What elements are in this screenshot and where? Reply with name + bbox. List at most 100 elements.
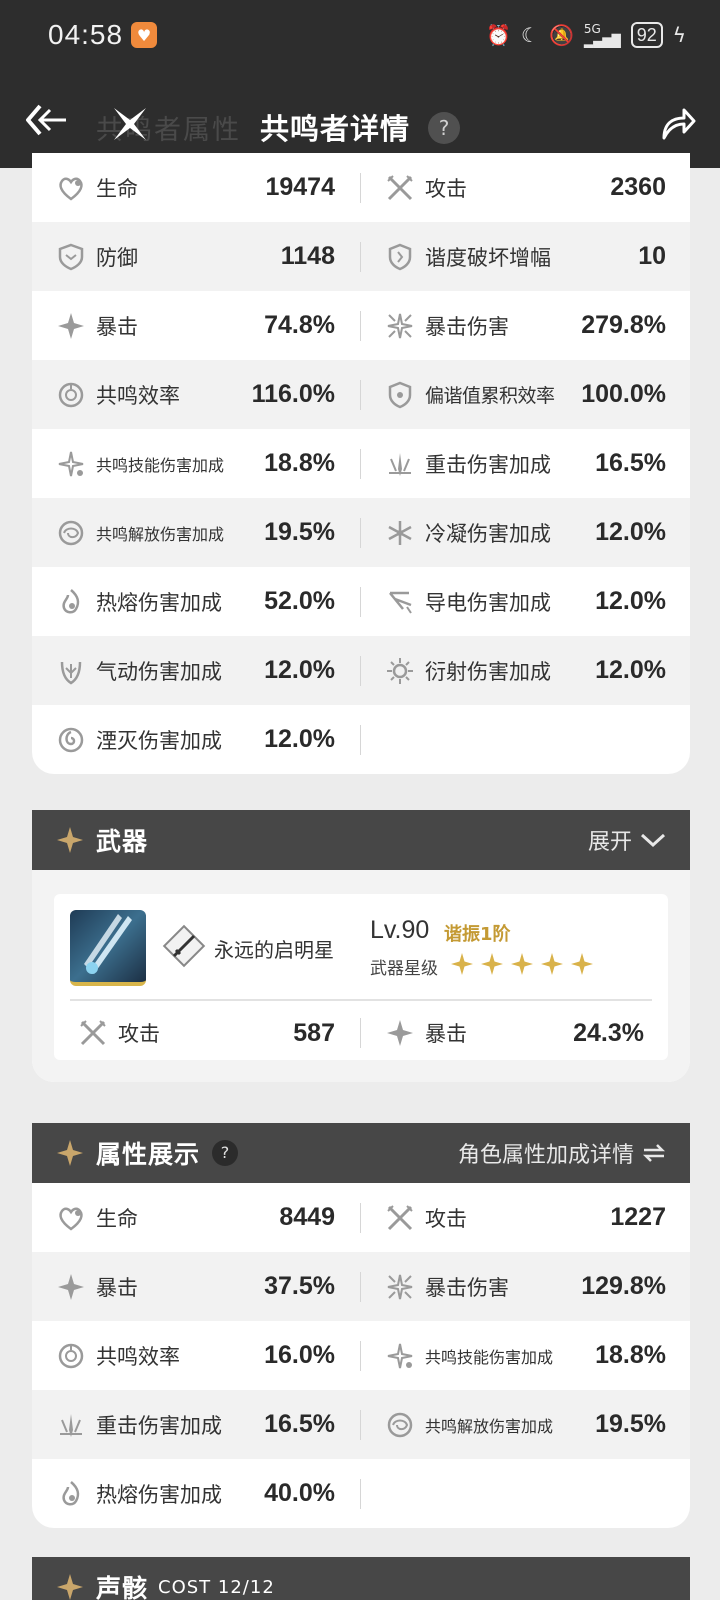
stat-row: 生命 8449 攻击 1227 xyxy=(32,1183,690,1252)
stat-row: 共鸣效率 16.0% 共鸣技能伤害加成 18.8% xyxy=(32,1321,690,1390)
skill-dmg-icon xyxy=(387,1343,413,1368)
shield-icon xyxy=(58,243,84,270)
stat-label: 偏谐值累积效率 xyxy=(425,385,555,407)
weapon-card-header: 武器 展开 xyxy=(32,810,690,870)
stat-value: 19.5% xyxy=(264,518,335,546)
skill-dmg-icon xyxy=(58,451,84,476)
weapon-star-rating xyxy=(450,952,594,976)
stat-value: 18.8% xyxy=(264,449,335,477)
crit-damage-icon xyxy=(387,1274,413,1299)
energy-regen-icon xyxy=(58,1343,84,1368)
empty-cell xyxy=(361,705,690,774)
stat-cell: 共鸣技能伤害加成 18.8% xyxy=(32,429,361,498)
stat-value: 12.0% xyxy=(595,587,666,615)
status-icons: ⏰ ☾ 🔕 5G ▂▄▆█ 92 ϟ xyxy=(486,22,686,48)
stat-row: 共鸣技能伤害加成 18.8% 重击伤害加成 16.5% xyxy=(32,429,690,498)
stat-value: 12.0% xyxy=(264,656,335,684)
stat-label: 衍射伤害加成 xyxy=(425,659,551,684)
stat-cell: 热熔伤害加成 52.0% xyxy=(32,567,361,636)
stat-label: 攻击 xyxy=(118,1022,160,1046)
stat-label: 防御 xyxy=(96,245,138,270)
stat-row: 气动伤害加成 12.0% 衍射伤害加成 12.0% xyxy=(32,636,690,705)
stat-cell: 重击伤害加成 16.5% xyxy=(361,429,690,498)
app-notification-icon: ♥ xyxy=(131,22,158,48)
stat-value: 16.5% xyxy=(264,1410,335,1438)
stat-cell: 攻击 1227 xyxy=(361,1183,690,1252)
stat-cell: 热熔伤害加成 40.0% xyxy=(32,1459,361,1528)
attribute-list: 生命 19474 攻击 2360 防御 1148 谐度破坏增幅 10 暴击 74… xyxy=(32,153,690,774)
stat-value: 74.8% xyxy=(264,311,335,339)
stat-cell: 攻击 2360 xyxy=(361,153,690,222)
heart-icon xyxy=(59,1207,83,1231)
stat-value: 16.0% xyxy=(264,1341,335,1369)
stat-cell: 生命 19474 xyxy=(32,153,361,222)
weapon-rank: 谐振1阶 xyxy=(444,924,511,945)
crit-icon xyxy=(387,1020,413,1046)
stat-label: 导电伤害加成 xyxy=(425,590,551,615)
havoc-icon xyxy=(58,727,84,752)
stat-cell: 衍射伤害加成 12.0% xyxy=(361,636,690,705)
off-tune-icon xyxy=(388,381,412,408)
stat-label: 暴击伤害 xyxy=(425,1275,509,1300)
stat-value: 19474 xyxy=(265,173,335,201)
stat-value: 587 xyxy=(293,1018,335,1047)
stat-cell: 共鸣技能伤害加成 18.8% xyxy=(361,1321,690,1390)
stat-row: 生命 19474 攻击 2360 xyxy=(32,153,690,222)
stat-cell: 暴击伤害 129.8% xyxy=(361,1252,690,1321)
crit-icon xyxy=(58,1273,84,1300)
swap-icon xyxy=(642,1144,666,1162)
stat-cell: 共鸣解放伤害加成 19.5% xyxy=(32,498,361,567)
fusion-icon xyxy=(62,1480,80,1505)
stat-label: 气动伤害加成 xyxy=(96,659,222,684)
expand-button[interactable]: 展开 xyxy=(588,810,666,870)
stat-row: 湮灭伤害加成 12.0% xyxy=(32,705,690,774)
alarm-icon: ⏰ xyxy=(486,23,511,47)
stat-cell: 气动伤害加成 12.0% xyxy=(32,636,361,705)
stat-cell: 暴击 24.3% xyxy=(361,1006,668,1060)
electro-icon xyxy=(389,591,412,614)
stat-label: 暴击 xyxy=(96,314,138,339)
echo-cost: COST 12/12 xyxy=(158,1576,275,1598)
weapon-name: 永远的启明星 xyxy=(214,938,334,962)
stat-value: 12.0% xyxy=(264,725,335,753)
stat-cell: 攻击 587 xyxy=(54,1006,361,1060)
stat-value: 12.0% xyxy=(595,518,666,546)
display-help-button[interactable]: ? xyxy=(212,1140,239,1166)
crit-icon xyxy=(58,312,84,339)
attribute-bonus-detail-button[interactable]: 角色属性加成详情 xyxy=(458,1123,666,1183)
stat-value: 100.0% xyxy=(581,380,666,408)
stat-cell: 暴击 37.5% xyxy=(32,1252,361,1321)
help-button[interactable]: ? xyxy=(428,112,460,144)
attribute-display-card: 属性展示 ? 角色属性加成详情 生命 8449 攻击 1227 暴击 37.5%… xyxy=(32,1123,690,1528)
energy-regen-icon xyxy=(58,382,84,407)
stat-label: 生命 xyxy=(96,1206,138,1231)
charging-icon: ϟ xyxy=(672,23,686,47)
stat-cell: 偏谐值累积效率 100.0% xyxy=(361,360,690,429)
stat-cell: 共鸣解放伤害加成 19.5% xyxy=(361,1390,690,1459)
page-title: 共鸣者详情 xyxy=(260,112,411,146)
stat-label: 热熔伤害加成 xyxy=(96,590,222,615)
sparkle-icon xyxy=(57,827,83,853)
weapon-image xyxy=(84,914,132,974)
stat-value: 18.8% xyxy=(595,1341,666,1369)
attack-icon xyxy=(387,174,413,200)
back-button[interactable] xyxy=(24,100,68,140)
stat-row: 暴击 74.8% 暴击伤害 279.8% xyxy=(32,291,690,360)
stat-cell: 湮灭伤害加成 12.0% xyxy=(32,705,361,774)
weapon-detail[interactable]: 永远的启明星 Lv.90 谐振1阶 武器星级 攻击 587 暴击 24.3% xyxy=(54,894,668,1060)
weapon-body: 永远的启明星 Lv.90 谐振1阶 武器星级 攻击 587 暴击 24.3% xyxy=(32,870,690,1082)
divider xyxy=(70,999,652,1001)
heavy-attack-icon xyxy=(389,452,411,476)
stat-row: 防御 1148 谐度破坏增幅 10 xyxy=(32,222,690,291)
weapon-thumbnail[interactable] xyxy=(70,910,146,986)
stat-row: 暴击 37.5% 暴击伤害 129.8% xyxy=(32,1252,690,1321)
stat-label: 冷凝伤害加成 xyxy=(425,521,551,546)
empty-cell xyxy=(361,1459,690,1528)
stat-cell: 重击伤害加成 16.5% xyxy=(32,1390,361,1459)
attribute-bonus-detail-label: 角色属性加成详情 xyxy=(457,1143,634,1168)
share-icon[interactable] xyxy=(656,104,696,144)
stat-label: 共鸣解放伤害加成 xyxy=(425,1416,554,1436)
stat-cell: 暴击伤害 279.8% xyxy=(361,291,690,360)
star-icon xyxy=(451,953,473,975)
echo-card-header: 声骸 COST 12/12 xyxy=(32,1557,690,1600)
